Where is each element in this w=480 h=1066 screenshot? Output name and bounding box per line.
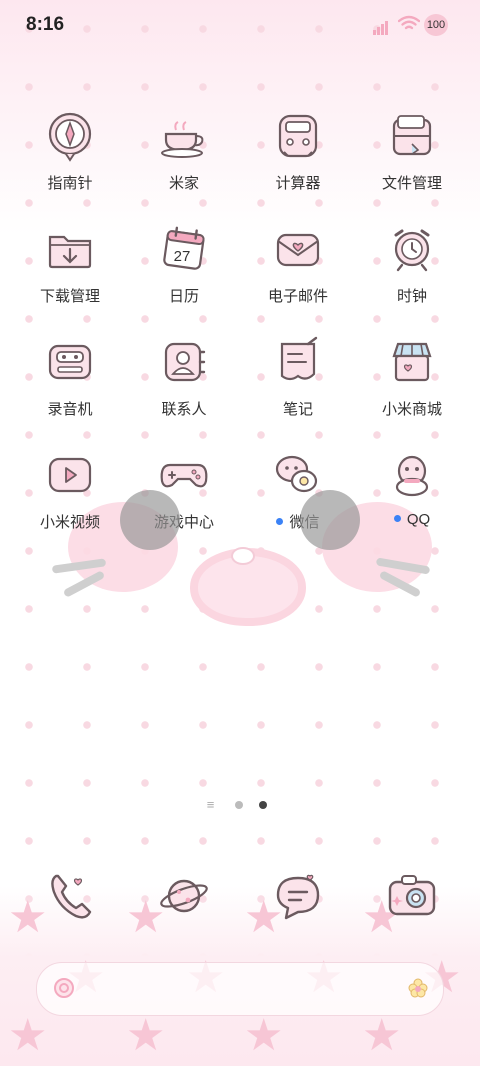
- wallpaper-nose-tip: [231, 547, 255, 565]
- app-label: 米家: [168, 175, 199, 192]
- notification-dot: [276, 518, 284, 525]
- app-file-manager[interactable]: 文件管理: [356, 108, 468, 193]
- star-decoration: ★: [362, 1011, 402, 1060]
- app-qq[interactable]: QQ: [356, 447, 468, 528]
- star-decoration: ★: [8, 1011, 48, 1060]
- phone-icon: [51, 874, 92, 919]
- calendar-date: 27: [174, 248, 191, 265]
- dock-browser[interactable]: [154, 866, 214, 926]
- page-dot[interactable]: [234, 800, 243, 809]
- app-clock[interactable]: 时钟: [356, 221, 468, 306]
- app-label: 电子邮件: [267, 288, 328, 305]
- notes-icon: [280, 336, 318, 381]
- app-label: 小米视频: [39, 514, 100, 531]
- app-label: 小米商城: [381, 401, 442, 418]
- status-time: 8:16: [26, 14, 65, 35]
- page-indicator[interactable]: ≡: [0, 796, 480, 814]
- wifi-icon: [398, 15, 420, 30]
- touch-indicator: [120, 490, 180, 550]
- download-folder-icon: [48, 235, 92, 269]
- alarm-clock-icon: [394, 229, 430, 272]
- compass-icon: [48, 112, 92, 162]
- star-decoration: ★: [126, 1011, 166, 1060]
- app-mi-video[interactable]: 小米视频: [14, 447, 126, 532]
- app-label: 笔记: [282, 401, 313, 418]
- app-mijia[interactable]: 米家: [128, 108, 240, 193]
- star-decoration: ★: [244, 1011, 284, 1060]
- qq-icon: [395, 455, 429, 497]
- notification-dot: [393, 515, 401, 522]
- dock-messages[interactable]: [268, 866, 328, 926]
- message-icon: [276, 874, 320, 920]
- app-notes[interactable]: 笔记: [242, 334, 354, 419]
- app-label: 文件管理: [381, 175, 442, 192]
- page-dot-active[interactable]: [259, 800, 268, 809]
- calculator-icon: [278, 114, 318, 158]
- mail-icon: [276, 233, 320, 267]
- app-compass[interactable]: 指南针: [14, 108, 126, 193]
- app-drawer-icon[interactable]: ≡: [207, 797, 215, 812]
- dock-camera[interactable]: [382, 866, 442, 926]
- touch-indicator: [300, 490, 360, 550]
- flower-icon[interactable]: [407, 977, 429, 999]
- battery-icon: 100: [424, 14, 448, 36]
- app-label: 日历: [168, 288, 199, 305]
- app-downloads[interactable]: 下载管理: [14, 221, 126, 306]
- contacts-icon: [164, 342, 206, 382]
- app-label: 联系人: [161, 401, 207, 418]
- shop-icon: [392, 342, 432, 382]
- signal-icon: [373, 17, 389, 35]
- app-label: 时钟: [396, 288, 427, 305]
- app-calendar[interactable]: 27 日历: [128, 221, 240, 306]
- planet-browser-icon: [160, 879, 208, 913]
- app-label: 下载管理: [39, 288, 100, 305]
- app-mi-store[interactable]: 小米商城: [356, 334, 468, 419]
- teacup-icon: [161, 121, 204, 158]
- voice-assistant-icon[interactable]: [53, 977, 75, 999]
- app-label: 录音机: [47, 401, 93, 418]
- app-contacts[interactable]: 联系人: [128, 334, 240, 419]
- video-icon: [48, 457, 92, 493]
- app-label: QQ: [356, 511, 468, 528]
- cassette-icon: [48, 344, 92, 380]
- app-calculator[interactable]: 计算器: [242, 108, 354, 193]
- app-recorder[interactable]: 录音机: [14, 334, 126, 419]
- app-label: 计算器: [275, 175, 321, 192]
- folder-icon: [392, 115, 432, 156]
- dock-phone[interactable]: [40, 866, 100, 926]
- app-email[interactable]: 电子邮件: [242, 221, 354, 306]
- status-bar: 8:16 100: [0, 0, 480, 52]
- search-bar[interactable]: [36, 962, 444, 1016]
- calendar-icon: 27: [163, 226, 205, 270]
- app-label: 指南针: [47, 175, 93, 192]
- camera-icon: [388, 875, 436, 916]
